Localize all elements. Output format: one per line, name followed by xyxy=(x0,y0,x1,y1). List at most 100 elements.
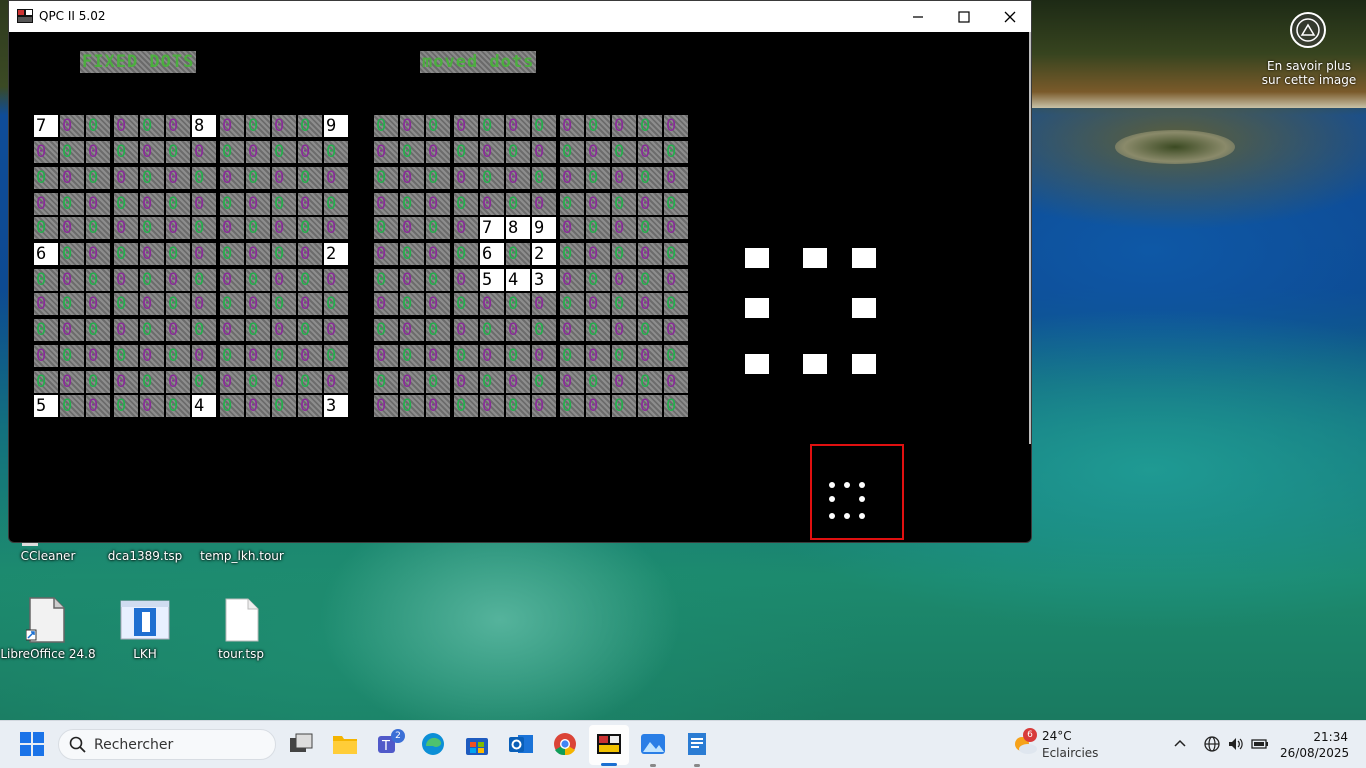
fixed-dot-cell: 0 xyxy=(166,217,190,239)
edge-icon[interactable] xyxy=(420,731,446,757)
compact-preview-box xyxy=(810,444,904,540)
moved-dot-cell: 0 xyxy=(400,141,424,163)
fixed-dot-cell: 8 xyxy=(192,115,216,137)
chevron-up-icon[interactable] xyxy=(1172,735,1188,751)
moved-dot-cell: 0 xyxy=(426,319,450,341)
close-button[interactable] xyxy=(987,1,1031,32)
volume-icon[interactable] xyxy=(1227,735,1245,753)
fixed-dot-cell: 0 xyxy=(34,141,58,163)
moved-dot-cell: 0 xyxy=(374,115,398,137)
fixed-dot-cell: 5 xyxy=(34,395,58,417)
fixed-dot-cell: 0 xyxy=(60,115,84,137)
outlook-icon[interactable] xyxy=(508,731,534,757)
desktop-icon-label[interactable]: dca1389.tsp xyxy=(95,549,195,563)
fixed-dot-cell: 0 xyxy=(140,395,164,417)
desktop-icon-label[interactable]: LKH xyxy=(95,647,195,661)
moved-dot-cell: 0 xyxy=(480,395,504,417)
desktop-icon-label[interactable]: temp_lkh.tour xyxy=(192,549,292,563)
qpc-window[interactable]: QPC II 5.02 FIXED DOTS moved dots 700000… xyxy=(8,0,1032,543)
fixed-dot-cell: 0 xyxy=(60,141,84,163)
lkh-icon[interactable] xyxy=(120,600,170,644)
moved-dot-cell: 0 xyxy=(480,371,504,393)
word-icon[interactable] xyxy=(684,731,710,757)
minimize-button[interactable] xyxy=(895,1,941,32)
moved-dot-cell: 6 xyxy=(480,243,504,265)
fixed-dot-cell: 0 xyxy=(192,217,216,239)
moved-dot-cell: 0 xyxy=(454,293,478,315)
close-icon xyxy=(1004,11,1016,22)
moved-dot-cell: 0 xyxy=(426,371,450,393)
active-indicator xyxy=(601,763,617,766)
fixed-dot-cell: 0 xyxy=(60,243,84,265)
moved-dot-cell: 0 xyxy=(374,293,398,315)
fixed-dot-cell: 0 xyxy=(324,269,348,291)
moved-dot-cell: 5 xyxy=(480,269,504,291)
desktop-icon-label[interactable]: CCleaner xyxy=(0,549,98,563)
desktop-icon-label[interactable]: tour.tsp xyxy=(191,647,291,661)
moved-dots-heading: moved dots xyxy=(420,51,537,73)
libreoffice-icon[interactable] xyxy=(25,596,68,648)
fixed-dot-cell: 0 xyxy=(220,269,244,291)
clock-time[interactable]: 21:34 xyxy=(1300,730,1348,744)
learn-more-label[interactable]: En savoir plus sur cette image xyxy=(1258,59,1360,87)
fixed-dot-cell: 0 xyxy=(34,269,58,291)
fixed-dot-cell: 0 xyxy=(192,371,216,393)
moved-dot-cell: 0 xyxy=(612,217,636,239)
moved-dot-cell: 0 xyxy=(400,345,424,367)
task-view-icon[interactable] xyxy=(288,731,314,757)
fixed-dot-cell: 0 xyxy=(220,217,244,239)
moved-dot-cell: 0 xyxy=(560,167,584,189)
moved-dot-cell: 0 xyxy=(374,345,398,367)
file-icon[interactable] xyxy=(224,597,260,647)
fixed-dot-cell: 0 xyxy=(272,395,296,417)
preview-square xyxy=(803,248,827,268)
moved-dot-cell: 0 xyxy=(426,269,450,291)
moved-dot-cell: 0 xyxy=(532,345,556,367)
moved-dot-cell: 0 xyxy=(400,243,424,265)
chrome-icon[interactable] xyxy=(552,731,578,757)
moved-dot-cell: 4 xyxy=(506,269,530,291)
fixed-dot-cell: 0 xyxy=(34,217,58,239)
taskbar: Rechercher T 2 6 24°C Eclaircies 21:34 2… xyxy=(0,720,1366,768)
qpc-app-icon xyxy=(17,9,33,23)
weather-temperature[interactable]: 24°C xyxy=(1042,729,1072,743)
moved-dot-cell: 0 xyxy=(426,167,450,189)
moved-dot-cell: 0 xyxy=(532,167,556,189)
fixed-dot-cell: 0 xyxy=(86,395,110,417)
maximize-button[interactable] xyxy=(941,1,987,32)
clock-date[interactable]: 26/08/2025 xyxy=(1280,746,1349,760)
file-explorer-icon[interactable] xyxy=(332,731,358,757)
start-button[interactable] xyxy=(20,732,46,758)
moved-dot-cell: 0 xyxy=(586,193,610,215)
fixed-dot-cell: 0 xyxy=(246,167,270,189)
search-box[interactable]: Rechercher xyxy=(58,729,276,760)
desktop-icon-label[interactable]: LibreOffice 24.8 xyxy=(0,647,98,661)
moved-dot-cell: 0 xyxy=(454,319,478,341)
battery-icon[interactable] xyxy=(1251,736,1269,752)
title-bar[interactable]: QPC II 5.02 xyxy=(9,1,1031,32)
moved-dot-cell: 0 xyxy=(506,293,530,315)
fixed-dot-cell: 0 xyxy=(192,269,216,291)
moved-dot-cell: 0 xyxy=(454,217,478,239)
fixed-dot-cell: 0 xyxy=(166,293,190,315)
moved-dot-cell: 0 xyxy=(560,141,584,163)
moved-dot-cell: 3 xyxy=(532,269,556,291)
photos-icon[interactable] xyxy=(640,731,666,757)
fixed-dot-cell: 0 xyxy=(114,269,138,291)
weather-description[interactable]: Eclaircies xyxy=(1042,746,1098,760)
moved-dot-cell: 0 xyxy=(638,395,662,417)
teams-badge: 2 xyxy=(391,729,405,743)
store-icon[interactable] xyxy=(464,731,490,757)
network-icon[interactable] xyxy=(1203,735,1221,753)
fixed-dot-cell: 0 xyxy=(298,319,322,341)
fixed-dot-cell: 0 xyxy=(298,269,322,291)
fixed-dot-cell: 0 xyxy=(192,193,216,215)
qpc-icon[interactable] xyxy=(596,731,622,757)
fixed-dot-cell: 0 xyxy=(60,193,84,215)
window-scrollbar[interactable] xyxy=(1029,32,1031,444)
fixed-dot-cell: 0 xyxy=(298,243,322,265)
desktop: En savoir plus sur cette image CCleaner … xyxy=(0,0,1366,768)
learn-more-icon[interactable] xyxy=(1290,12,1326,48)
fixed-dot-cell: 0 xyxy=(114,193,138,215)
fixed-dot-cell: 0 xyxy=(34,293,58,315)
